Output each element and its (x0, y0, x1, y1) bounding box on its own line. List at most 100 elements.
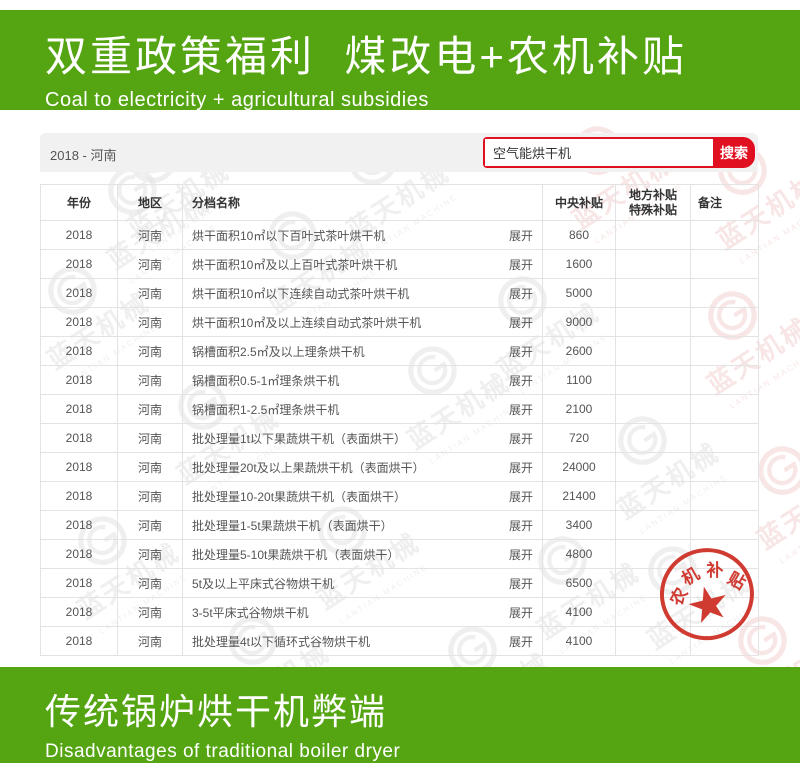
expand-link[interactable]: 展开 (509, 256, 533, 273)
cell-year: 2018 (41, 221, 118, 250)
cell-region: 河南 (118, 366, 183, 395)
column-header-local-line2: 特殊补贴 (616, 203, 690, 218)
cell-note (691, 250, 759, 279)
table-row: 2018河南烘干面积10㎡及以上连续自动式茶叶烘干机展开9000 (41, 308, 759, 337)
search-button[interactable]: 搜索 (713, 137, 755, 168)
cell-local-subsidy (616, 540, 691, 569)
cell-name: 锅槽面积0.5-1㎡理条烘干机展开 (183, 366, 543, 395)
table-row: 2018河南5t及以上平床式谷物烘干机展开6500 (41, 569, 759, 598)
expand-link[interactable]: 展开 (509, 401, 533, 418)
cell-name: 锅槽面积2.5㎡及以上理条烘干机展开 (183, 337, 543, 366)
cell-central-subsidy: 2600 (543, 337, 616, 366)
cell-name: 5t及以上平床式谷物烘干机展开 (183, 569, 543, 598)
cell-central-subsidy: 3400 (543, 511, 616, 540)
cell-year: 2018 (41, 627, 118, 656)
column-header-note: 备注 (691, 185, 759, 221)
cell-year: 2018 (41, 511, 118, 540)
table-row: 2018河南批处理量10-20t果蔬烘干机（表面烘干）展开21400 (41, 482, 759, 511)
cell-local-subsidy (616, 308, 691, 337)
expand-link[interactable]: 展开 (509, 227, 533, 244)
cell-local-subsidy (616, 221, 691, 250)
cell-year: 2018 (41, 482, 118, 511)
expand-link[interactable]: 展开 (509, 546, 533, 563)
cell-region: 河南 (118, 308, 183, 337)
cell-name: 批处理量20t及以上果蔬烘干机（表面烘干）展开 (183, 453, 543, 482)
cell-local-subsidy (616, 337, 691, 366)
expand-link[interactable]: 展开 (509, 343, 533, 360)
cell-note (691, 395, 759, 424)
cell-name: 3-5t平床式谷物烘干机展开 (183, 598, 543, 627)
cell-year: 2018 (41, 308, 118, 337)
cell-note (691, 424, 759, 453)
expand-link[interactable]: 展开 (509, 285, 533, 302)
toolbar: 2018 - 河南 搜索 (40, 133, 758, 172)
expand-link[interactable]: 展开 (509, 488, 533, 505)
table-row: 2018河南3-5t平床式谷物烘干机展开4100 (41, 598, 759, 627)
cell-year: 2018 (41, 453, 118, 482)
cell-note (691, 598, 759, 627)
header-banner: 双重政策福利 煤改电+农机补贴 Coal to electricity + ag… (0, 10, 800, 110)
cell-year: 2018 (41, 569, 118, 598)
expand-link[interactable]: 展开 (509, 633, 533, 650)
cell-region: 河南 (118, 482, 183, 511)
table-row: 2018河南锅槽面积1-2.5㎡理条烘干机展开2100 (41, 395, 759, 424)
table-row: 2018河南锅槽面积2.5㎡及以上理条烘干机展开2600 (41, 337, 759, 366)
column-header-year: 年份 (41, 185, 118, 221)
cell-name: 锅槽面积1-2.5㎡理条烘干机展开 (183, 395, 543, 424)
cell-region: 河南 (118, 337, 183, 366)
cell-local-subsidy (616, 453, 691, 482)
cell-region: 河南 (118, 569, 183, 598)
expand-link[interactable]: 展开 (509, 604, 533, 621)
cell-note (691, 453, 759, 482)
footer-subtitle: Disadvantages of traditional boiler drye… (45, 741, 800, 763)
table-row: 2018河南烘干面积10㎡以下百叶式茶叶烘干机展开860 (41, 221, 759, 250)
cell-region: 河南 (118, 279, 183, 308)
expand-link[interactable]: 展开 (509, 575, 533, 592)
table-row: 2018河南烘干面积10㎡及以上百叶式茶叶烘干机展开1600 (41, 250, 759, 279)
cell-year: 2018 (41, 395, 118, 424)
expand-link[interactable]: 展开 (509, 314, 533, 331)
column-header-central-subsidy: 中央补贴 (543, 185, 616, 221)
column-header-local-subsidy: 地方补贴 特殊补贴 (616, 185, 691, 221)
cell-central-subsidy: 4100 (543, 627, 616, 656)
watermark-text: 蓝天机械 (752, 467, 800, 555)
cell-central-subsidy: 720 (543, 424, 616, 453)
cell-name: 批处理量10-20t果蔬烘干机（表面烘干）展开 (183, 482, 543, 511)
cell-local-subsidy (616, 482, 691, 511)
page: 蓝天机械LANTIAN MACHINE蓝天机械LANTIAN MACHINE蓝天… (0, 0, 800, 780)
cell-central-subsidy: 9000 (543, 308, 616, 337)
cell-local-subsidy (616, 424, 691, 453)
cell-central-subsidy: 21400 (543, 482, 616, 511)
table-row: 2018河南批处理量5-10t果蔬烘干机（表面烘干）展开4800 (41, 540, 759, 569)
cell-region: 河南 (118, 453, 183, 482)
cell-local-subsidy (616, 279, 691, 308)
cell-name: 烘干面积10㎡以下百叶式茶叶烘干机展开 (183, 221, 543, 250)
cell-central-subsidy: 4800 (543, 540, 616, 569)
cell-central-subsidy: 2100 (543, 395, 616, 424)
cell-year: 2018 (41, 540, 118, 569)
expand-link[interactable]: 展开 (509, 517, 533, 534)
cell-note (691, 540, 759, 569)
table-row: 2018河南烘干面积10㎡以下连续自动式茶叶烘干机展开5000 (41, 279, 759, 308)
expand-link[interactable]: 展开 (509, 430, 533, 447)
cell-local-subsidy (616, 569, 691, 598)
cell-region: 河南 (118, 627, 183, 656)
footer-banner: 传统锅炉烘干机弊端 Disadvantages of traditional b… (0, 667, 800, 763)
search-input[interactable] (485, 139, 713, 166)
cell-note (691, 337, 759, 366)
table-row: 2018河南锅槽面积0.5-1㎡理条烘干机展开1100 (41, 366, 759, 395)
cell-region: 河南 (118, 511, 183, 540)
column-header-name: 分档名称 (183, 185, 543, 221)
cell-year: 2018 (41, 337, 118, 366)
table-row: 2018河南批处理量1-5t果蔬烘干机（表面烘干）展开3400 (41, 511, 759, 540)
cell-note (691, 482, 759, 511)
cell-region: 河南 (118, 221, 183, 250)
expand-link[interactable]: 展开 (509, 459, 533, 476)
cell-local-subsidy (616, 395, 691, 424)
cell-central-subsidy: 5000 (543, 279, 616, 308)
cell-central-subsidy: 860 (543, 221, 616, 250)
cell-note (691, 366, 759, 395)
cell-note (691, 221, 759, 250)
cell-central-subsidy: 6500 (543, 569, 616, 598)
expand-link[interactable]: 展开 (509, 372, 533, 389)
